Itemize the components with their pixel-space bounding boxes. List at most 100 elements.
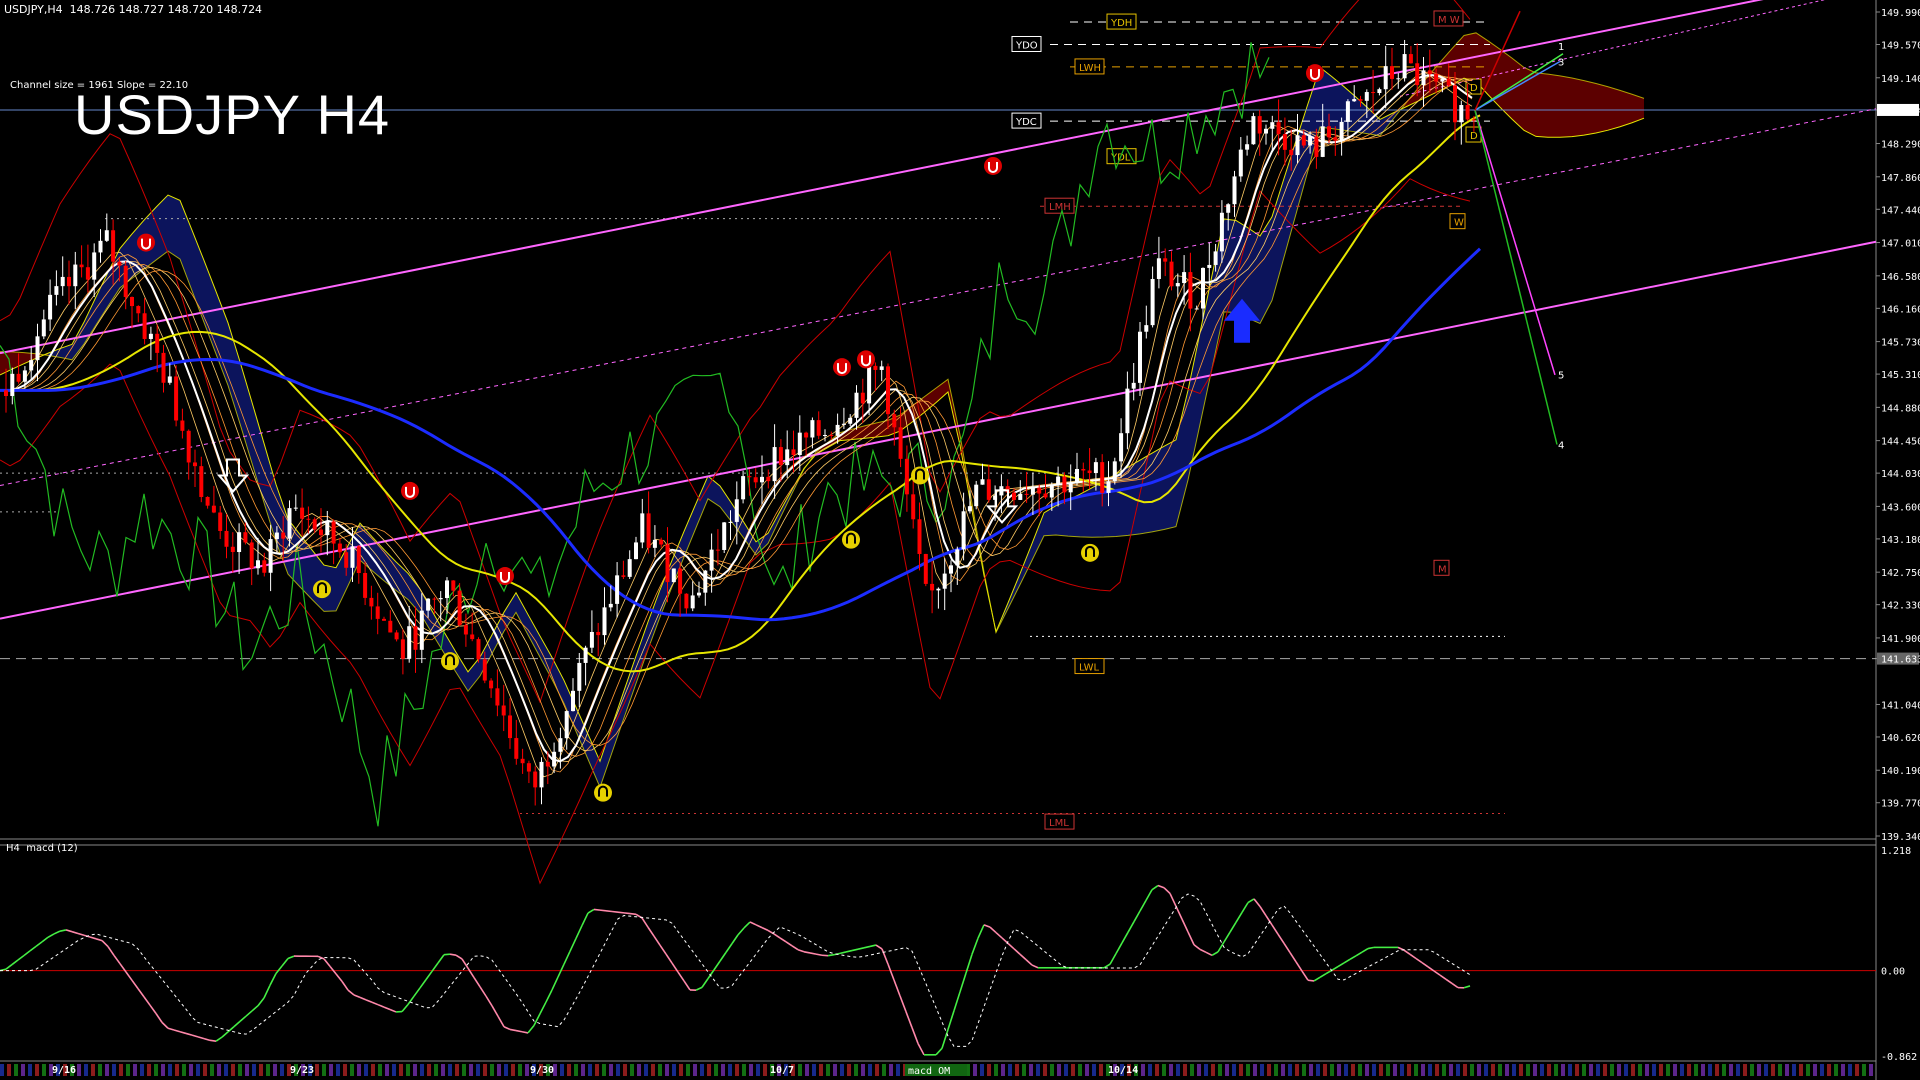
time-bar-cell	[399, 1064, 403, 1076]
candle-body	[79, 264, 84, 268]
candle-body	[1245, 144, 1250, 150]
candle-body	[10, 373, 15, 396]
time-bar-cell	[1855, 1064, 1859, 1076]
candle-body	[589, 631, 594, 648]
time-label: 10/14	[1108, 1065, 1138, 1076]
time-bar-cell	[21, 1064, 25, 1076]
candle-body	[854, 392, 859, 418]
time-bar-cell	[1498, 1064, 1502, 1076]
time-bar-cell	[1302, 1064, 1306, 1076]
time-bar-cell	[721, 1064, 725, 1076]
candle-body	[1037, 487, 1042, 494]
candle-body	[1465, 105, 1470, 120]
time-bar-cell	[875, 1064, 879, 1076]
candle-body	[1295, 135, 1300, 156]
time-bar-cell	[1316, 1064, 1320, 1076]
candle-body	[407, 626, 412, 659]
candle-body	[760, 476, 764, 483]
time-bar-cell	[581, 1064, 585, 1076]
time-bar-cell	[1750, 1064, 1754, 1076]
time-bar-cell	[490, 1064, 494, 1076]
candle-body	[35, 336, 40, 361]
kumo-segment	[1548, 74, 1560, 138]
time-bar-cell	[1295, 1064, 1299, 1076]
time-bar-cell	[679, 1064, 683, 1076]
candle-body	[1062, 476, 1067, 493]
price-tick-label: 140.620	[1881, 733, 1920, 744]
candle-body	[199, 466, 204, 497]
candle-body	[325, 521, 330, 536]
time-bar-cell	[1673, 1064, 1677, 1076]
time-bar-cell	[994, 1064, 998, 1076]
time-bar-cell	[805, 1064, 809, 1076]
time-bar-cell	[1554, 1064, 1558, 1076]
candle-body	[85, 267, 90, 280]
time-bar-cell	[147, 1064, 151, 1076]
candle-body	[1238, 149, 1243, 177]
macd-segment	[449, 953, 457, 956]
projection-label: 5	[1558, 371, 1564, 382]
candle-body	[640, 513, 645, 543]
time-bar-cell	[1288, 1064, 1292, 1076]
candle-body	[495, 688, 500, 706]
price-tick-label: 143.180	[1881, 535, 1920, 546]
candle-body	[810, 420, 815, 438]
time-bar-cell	[266, 1064, 270, 1076]
time-bar-cell	[588, 1064, 592, 1076]
time-bar-cell	[7, 1064, 11, 1076]
time-bar-cell	[1841, 1064, 1845, 1076]
time-bar-cell	[1610, 1064, 1614, 1076]
candle-body	[709, 549, 714, 571]
candle-body	[552, 751, 557, 767]
time-bar-cell	[14, 1064, 18, 1076]
time-bar-cell	[84, 1064, 88, 1076]
candle-body	[237, 532, 242, 553]
candle-body	[1390, 66, 1394, 79]
candle-body	[369, 597, 374, 607]
kumo-segment	[1152, 446, 1164, 532]
candle-body	[621, 575, 626, 577]
time-bar-cell	[231, 1064, 235, 1076]
time-bar-cell	[1694, 1064, 1698, 1076]
macd-tick-label: -0.862	[1881, 1052, 1917, 1063]
time-bar-cell	[798, 1064, 802, 1076]
candle-body	[1270, 122, 1275, 129]
candle-body	[766, 476, 771, 482]
candle-body	[104, 230, 109, 241]
time-bar-cell	[1225, 1064, 1229, 1076]
time-bar-cell	[1778, 1064, 1782, 1076]
time-bar-cell	[1099, 1064, 1103, 1076]
time-bar-cell	[462, 1064, 466, 1076]
time-bar-cell	[889, 1064, 893, 1076]
time-bar-cell	[833, 1064, 837, 1076]
time-bar-cell	[1862, 1064, 1866, 1076]
candle-body	[1471, 119, 1476, 121]
time-bar-cell	[868, 1064, 872, 1076]
time-bar-cell	[1519, 1064, 1523, 1076]
candle-body	[193, 462, 197, 467]
time-bar-cell	[1155, 1064, 1159, 1076]
candle-body	[1352, 99, 1357, 102]
candle-body	[722, 522, 727, 550]
candle-body	[48, 294, 53, 320]
symbol-header: USDJPY,H4 148.726 148.727 148.720 148.72…	[4, 3, 263, 16]
time-bar-cell	[1526, 1064, 1530, 1076]
time-bar-cell	[1631, 1064, 1635, 1076]
price-tick-label: 147.010	[1881, 239, 1920, 250]
candle-body	[73, 264, 78, 287]
price-tick-label: 145.730	[1881, 338, 1920, 349]
candle-body	[382, 618, 386, 621]
candle-body	[1043, 493, 1048, 498]
candle-body	[778, 447, 783, 466]
time-bar-cell	[1827, 1064, 1831, 1076]
time-bar-cell	[1148, 1064, 1152, 1076]
candle-body	[1201, 267, 1205, 309]
time-bar-cell	[504, 1064, 508, 1076]
time-bar-cell	[1064, 1064, 1068, 1076]
candle-body	[1314, 136, 1319, 157]
time-bar-cell	[217, 1064, 221, 1076]
candle-body	[539, 761, 544, 788]
time-bar-cell	[1204, 1064, 1208, 1076]
candle-body	[29, 360, 34, 371]
candle-body	[747, 476, 752, 478]
